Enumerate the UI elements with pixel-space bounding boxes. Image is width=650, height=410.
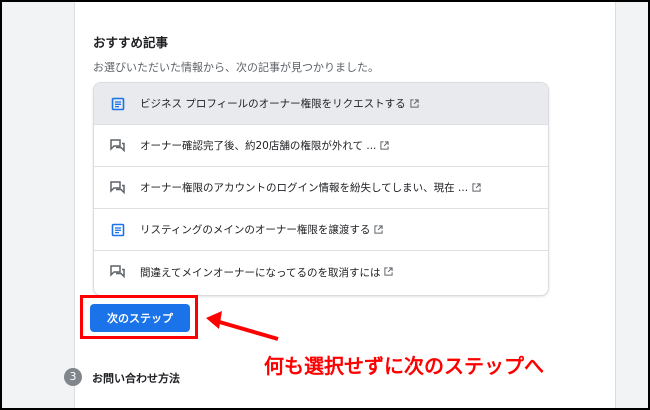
article-item[interactable]: リスティングのメインのオーナー権限を譲渡する (94, 209, 548, 251)
forum-item[interactable]: オーナー確認完了後、約20店舗の権限が外れて ... (94, 125, 548, 167)
forum-item[interactable]: オーナー権限のアカウントのログイン情報を紛失してしまい、現在 ... (94, 167, 548, 209)
article-icon (110, 96, 126, 112)
next-step-button[interactable]: 次のステップ (90, 304, 190, 332)
forum-label: オーナー確認完了後、約20店舗の権限が外れて ... (140, 140, 377, 152)
forum-item[interactable]: 間違えてメインオーナーになってるのを取消すには (94, 251, 548, 293)
annotation-text: 何も選択せずに次のステップへ (264, 354, 544, 378)
external-link-icon (380, 140, 390, 151)
callout-arrow (206, 311, 279, 341)
external-link-icon (472, 182, 482, 193)
step-number-badge: 3 (64, 368, 82, 386)
external-link-icon (384, 267, 394, 277)
step-title: お問い合わせ方法 (92, 372, 180, 385)
forum-icon (110, 180, 126, 196)
content-panel: おすすめ記事 お選びいただいた情報から、次の記事が見つかりました。 ビジネス プ… (74, 2, 616, 408)
external-link-icon (410, 98, 420, 109)
external-link-icon (374, 224, 384, 235)
recommended-articles-list: ビジネス プロフィールのオーナー権限をリクエストする オーナー確認完了後、約20… (93, 82, 549, 296)
article-label: ビジネス プロフィールのオーナー権限をリクエストする (140, 98, 406, 110)
screenshot-frame: おすすめ記事 お選びいただいた情報から、次の記事が見つかりました。 ビジネス プ… (0, 0, 650, 410)
article-icon (110, 222, 126, 238)
forum-label: オーナー権限のアカウントのログイン情報を紛失してしまい、現在 ... (140, 182, 469, 194)
forum-icon (110, 138, 126, 154)
section-subtitle: お選びいただいた情報から、次の記事が見つかりました。 (93, 61, 379, 74)
article-label: リスティングのメインのオーナー権限を譲渡する (140, 224, 371, 236)
forum-icon (110, 264, 126, 280)
section-title: おすすめ記事 (93, 35, 169, 50)
article-item[interactable]: ビジネス プロフィールのオーナー権限をリクエストする (94, 83, 548, 125)
forum-label: 間違えてメインオーナーになってるのを取消すには (140, 266, 381, 279)
